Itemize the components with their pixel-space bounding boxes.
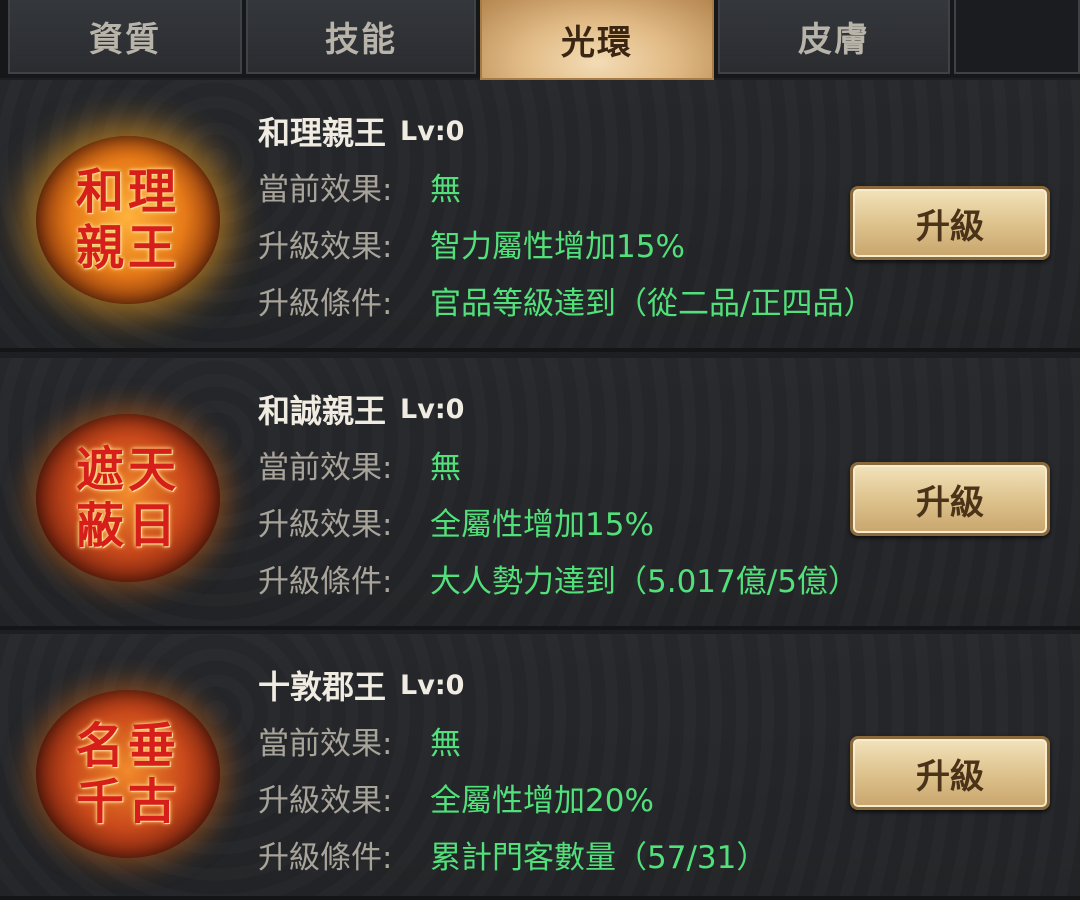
current-effect-row: 當前效果: 無 <box>258 712 938 769</box>
upgrade-effect-row: 升級效果: 全屬性增加20% <box>258 769 938 826</box>
halo-info: 和誠親王 Lv:0 當前效果: 無 升級效果: 全屬性增加15% 升級條件: 大… <box>258 382 938 607</box>
current-effect-value: 無 <box>430 450 461 486</box>
halo-level: Lv:0 <box>400 669 465 701</box>
upgrade-effect-row: 升級效果: 全屬性增加15% <box>258 493 938 550</box>
halo-title: 和理親王 Lv:0 <box>258 104 938 158</box>
upgrade-condition-label: 升級條件: <box>258 564 393 600</box>
halo-name: 和誠親王 <box>258 392 387 430</box>
current-effect-label: 當前效果: <box>258 172 393 208</box>
halo-seal-icon: 和理 親王 <box>36 136 220 304</box>
upgrade-condition-label: 升級條件: <box>258 286 393 322</box>
halo-title: 十敦郡王 Lv:0 <box>258 658 938 712</box>
upgrade-button[interactable]: 升級 <box>850 186 1050 260</box>
tab-skills[interactable]: 技能 <box>246 0 476 74</box>
upgrade-condition-value: 官品等級達到（從二品/正四品） <box>430 286 875 322</box>
halo-row: 遮天 蔽日 和誠親王 Lv:0 當前效果: 無 升級效果: 全屬性增加15% 升… <box>0 358 1080 630</box>
upgrade-effect-value: 智力屬性增加15% <box>430 229 685 265</box>
halo-title: 和誠親王 Lv:0 <box>258 382 938 436</box>
current-effect-row: 當前效果: 無 <box>258 158 938 215</box>
current-effect-label: 當前效果: <box>258 450 393 486</box>
halo-list: 和理 親王 和理親王 Lv:0 當前效果: 無 升級效果: 智力屬性增加15% … <box>0 80 1080 900</box>
halo-name: 十敦郡王 <box>258 668 387 706</box>
upgrade-condition-value: 大人勢力達到（5.017億/5億） <box>430 564 859 600</box>
halo-name: 和理親王 <box>258 114 387 152</box>
halo-info: 和理親王 Lv:0 當前效果: 無 升級效果: 智力屬性增加15% 升級條件: … <box>258 104 938 329</box>
seal-text-line1: 和理 <box>75 164 180 220</box>
upgrade-condition-row: 升級條件: 累計門客數量（57/31） <box>258 826 938 883</box>
halo-row: 名垂 千古 十敦郡王 Lv:0 當前效果: 無 升級效果: 全屬性增加20% 升… <box>0 634 1080 900</box>
upgrade-button[interactable]: 升級 <box>850 736 1050 810</box>
current-effect-label: 當前效果: <box>258 726 393 762</box>
upgrade-effect-label: 升級效果: <box>258 229 393 265</box>
upgrade-effect-row: 升級效果: 智力屬性增加15% <box>258 215 938 272</box>
tab-empty-slot <box>954 0 1080 74</box>
current-effect-value: 無 <box>430 726 461 762</box>
upgrade-condition-label: 升級條件: <box>258 840 393 876</box>
halo-info: 十敦郡王 Lv:0 當前效果: 無 升級效果: 全屬性增加20% 升級條件: 累… <box>258 658 938 883</box>
upgrade-effect-value: 全屬性增加20% <box>430 783 654 819</box>
halo-seal-text: 和理 親王 <box>36 136 220 304</box>
upgrade-effect-label: 升級效果: <box>258 507 393 543</box>
upgrade-effect-label: 升級效果: <box>258 783 393 819</box>
current-effect-row: 當前效果: 無 <box>258 436 938 493</box>
seal-text-line2: 蔽日 <box>75 498 180 554</box>
upgrade-condition-value: 累計門客數量（57/31） <box>430 840 768 876</box>
seal-text-line1: 名垂 <box>75 718 180 774</box>
halo-seal-text: 名垂 千古 <box>36 690 220 858</box>
seal-text-line2: 千古 <box>75 774 180 830</box>
upgrade-condition-row: 升級條件: 官品等級達到（從二品/正四品） <box>258 272 938 329</box>
seal-text-line2: 親王 <box>75 220 180 276</box>
halo-level: Lv:0 <box>400 115 465 147</box>
halo-level: Lv:0 <box>400 393 465 425</box>
halo-seal-text: 遮天 蔽日 <box>36 414 220 582</box>
halo-seal-icon: 名垂 千古 <box>36 690 220 858</box>
tab-aptitude[interactable]: 資質 <box>8 0 242 74</box>
halo-row: 和理 親王 和理親王 Lv:0 當前效果: 無 升級效果: 智力屬性增加15% … <box>0 80 1080 352</box>
upgrade-button[interactable]: 升級 <box>850 462 1050 536</box>
tab-halo[interactable]: 光環 <box>480 0 714 80</box>
halo-seal-icon: 遮天 蔽日 <box>36 414 220 582</box>
upgrade-effect-value: 全屬性增加15% <box>430 507 654 543</box>
current-effect-value: 無 <box>430 172 461 208</box>
seal-text-line1: 遮天 <box>75 442 180 498</box>
tab-bar: 資質 技能 光環 皮膚 <box>0 0 1080 80</box>
upgrade-condition-row: 升級條件: 大人勢力達到（5.017億/5億） <box>258 550 938 607</box>
tab-skin[interactable]: 皮膚 <box>718 0 950 74</box>
